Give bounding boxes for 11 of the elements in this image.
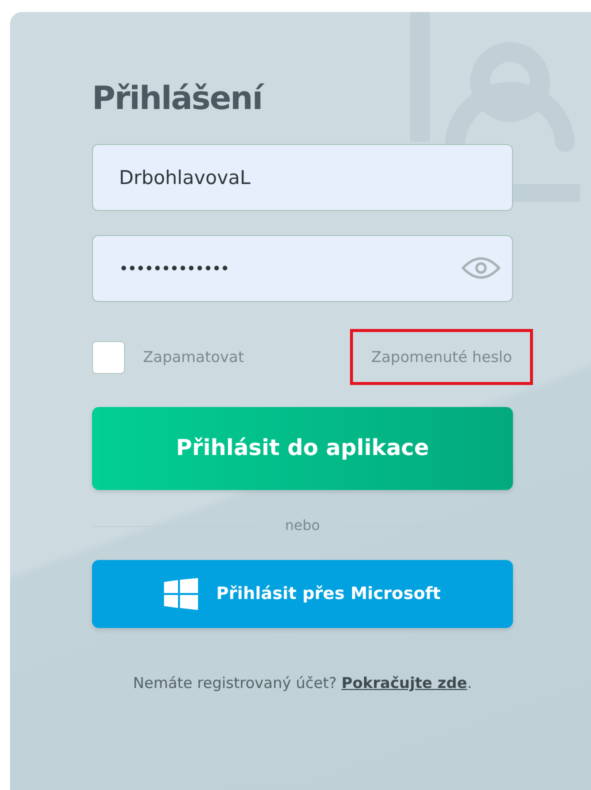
windows-icon xyxy=(164,578,198,610)
register-link[interactable]: Pokračujte zde xyxy=(341,674,468,692)
remember-checkbox[interactable] xyxy=(92,340,125,374)
login-title: Přihlášení xyxy=(92,78,266,118)
register-prompt: Nemáte registrovaný účet? Pokračujte zde. xyxy=(132,674,473,692)
username-field[interactable]: DrbohlavovaL xyxy=(92,144,513,211)
eye-icon[interactable] xyxy=(461,255,501,281)
divider-text: nebo xyxy=(285,518,320,534)
microsoft-login-button[interactable]: Přihlásit přes Microsoft xyxy=(92,560,513,628)
password-field[interactable]: ••••••••••••• xyxy=(92,235,513,302)
remember-label: Zapamatovat xyxy=(143,348,244,366)
